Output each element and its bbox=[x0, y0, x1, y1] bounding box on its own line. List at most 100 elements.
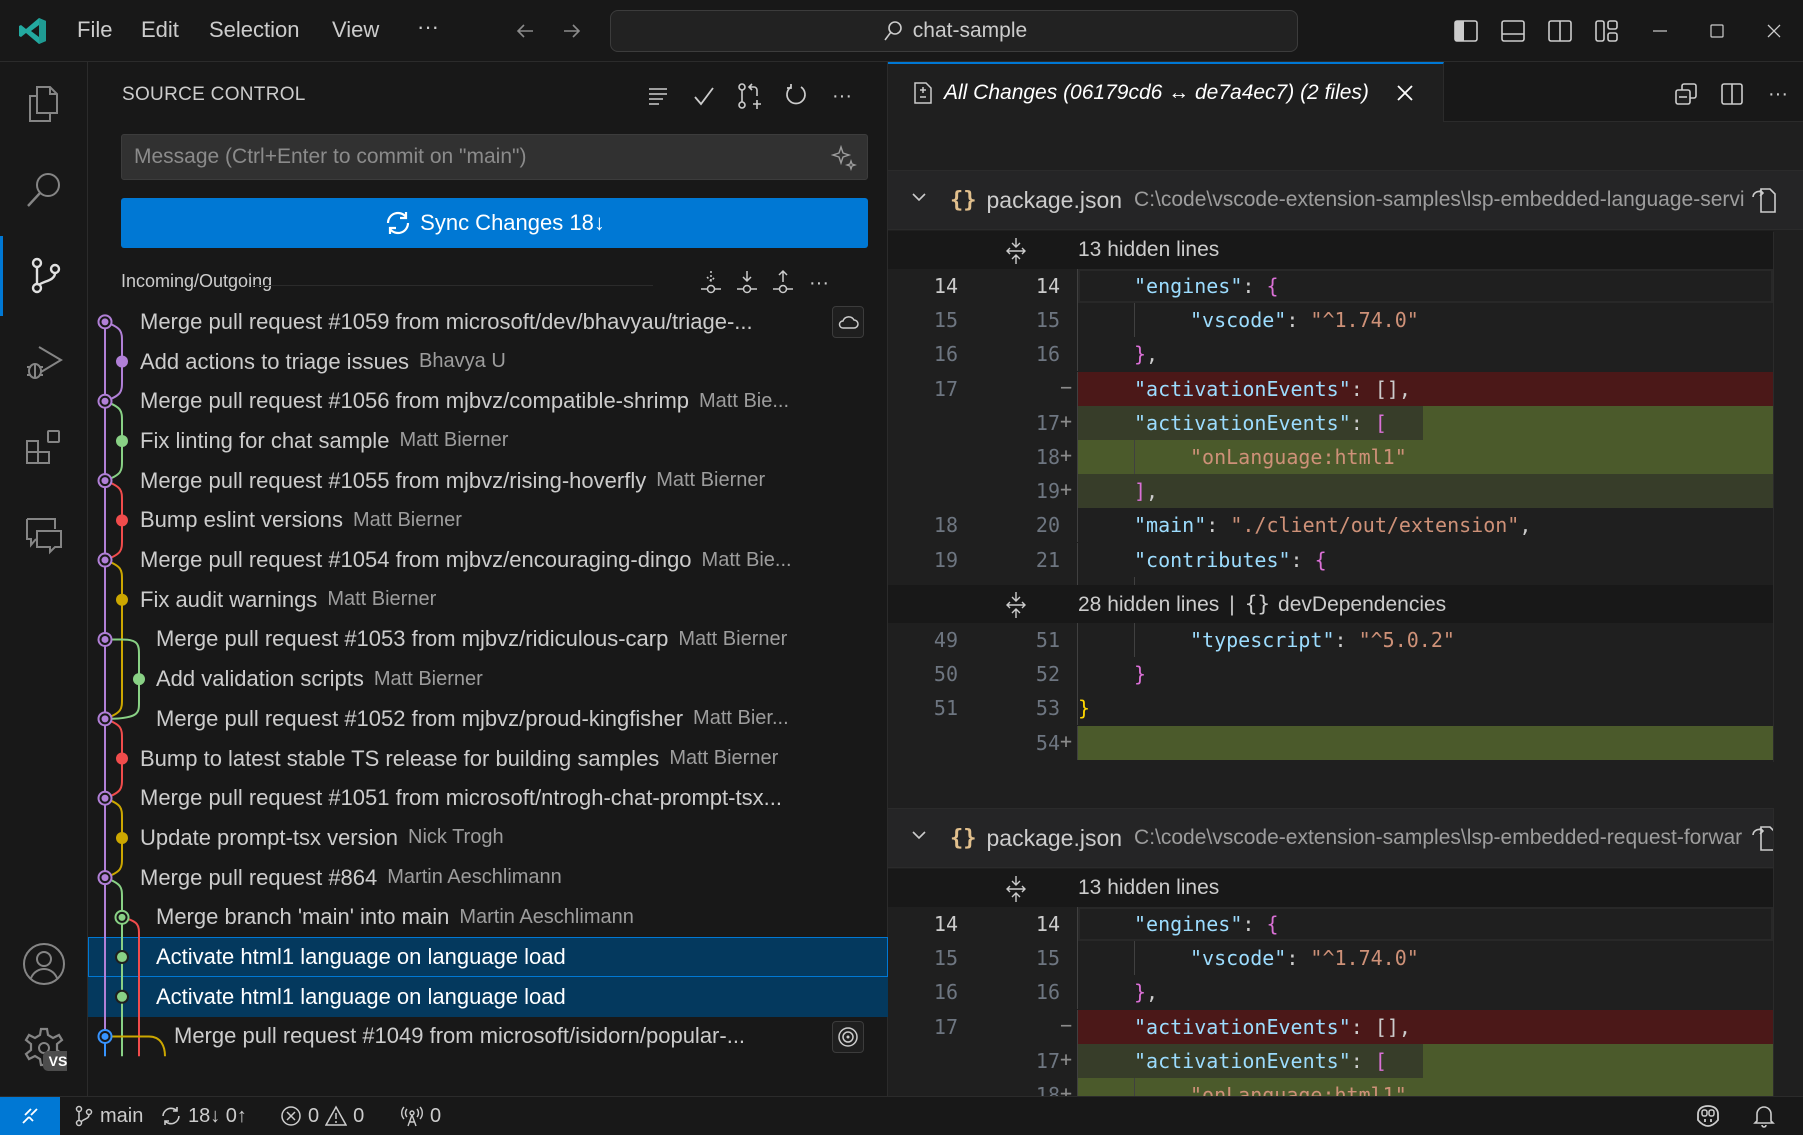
diff-line[interactable]: 14 14 "engines": { bbox=[888, 269, 1773, 303]
commit-row[interactable]: Bump eslint versions Matt Bierner bbox=[88, 501, 888, 541]
incoming-outgoing-more-button[interactable]: ··· bbox=[803, 267, 835, 299]
menu-selection[interactable]: Selection bbox=[209, 17, 300, 43]
commit-row[interactable]: Add actions to triage issues Bhavya U bbox=[88, 342, 888, 382]
unfold-icon[interactable] bbox=[1004, 237, 1028, 265]
diff-line[interactable]: 15 15 "vscode": "^1.74.0" bbox=[888, 941, 1773, 976]
split-editor-button[interactable] bbox=[1714, 76, 1750, 112]
diff-line[interactable]: 49 51 "typescript": "^5.0.2" bbox=[888, 623, 1773, 657]
diff-line[interactable]: 17 + "activationEvents": [ bbox=[888, 1043, 1773, 1078]
menu-view[interactable]: View bbox=[332, 17, 379, 43]
activity-manage[interactable]: VS bbox=[0, 1008, 88, 1088]
more-actions-button[interactable]: ··· bbox=[824, 78, 860, 114]
diff-line[interactable]: 18 + "onLanguage:html1" bbox=[888, 440, 1773, 474]
collapse-all-button[interactable] bbox=[1668, 76, 1704, 112]
close-window-button[interactable] bbox=[1754, 15, 1794, 47]
ports-indicator[interactable]: 0 bbox=[400, 1097, 441, 1135]
diff-line[interactable]: 50 52} bbox=[888, 657, 1773, 692]
refresh-button[interactable] bbox=[778, 78, 814, 114]
tab-all-changes[interactable]: All Changes (06179cd6 ↔ de7a4ec7) (2 fil… bbox=[888, 62, 1444, 122]
forward-arrow-icon[interactable] bbox=[557, 16, 587, 46]
activity-source-control[interactable] bbox=[0, 236, 88, 316]
branch-indicator[interactable]: main bbox=[74, 1097, 143, 1135]
toggle-panel-icon[interactable] bbox=[1497, 15, 1529, 47]
hidden-lines-row[interactable]: 13 hidden lines bbox=[888, 869, 1773, 907]
menu-more-button[interactable]: ··· bbox=[417, 14, 439, 40]
activity-explorer[interactable] bbox=[0, 64, 88, 144]
commit-row[interactable]: Merge pull request #1056 from mjbvz/comp… bbox=[88, 381, 888, 421]
commit-row[interactable]: Fix linting for chat sample Matt Bierner bbox=[88, 421, 888, 461]
push-button[interactable] bbox=[767, 267, 799, 299]
sparkle-icon[interactable] bbox=[831, 145, 857, 171]
notifications-button[interactable] bbox=[1752, 1097, 1776, 1135]
commit-row[interactable]: Add validation scripts Matt Bierner bbox=[88, 659, 888, 699]
diff-line[interactable]: 19 21 "contributes": { bbox=[888, 542, 1773, 577]
commit-row[interactable]: Fix audit warnings Matt Bierner bbox=[88, 580, 888, 620]
back-arrow-icon[interactable] bbox=[510, 16, 540, 46]
commit-row[interactable]: Update prompt-tsx version Nick Trogh bbox=[88, 818, 888, 858]
commit-row[interactable]: Activate html1 language on language load bbox=[88, 937, 888, 977]
commit-row[interactable]: Merge pull request #1053 from mjbvz/ridi… bbox=[88, 620, 888, 660]
commit-row[interactable]: Bump to latest stable TS release for bui… bbox=[88, 739, 888, 779]
chevron-down-icon[interactable] bbox=[910, 188, 930, 212]
target-button[interactable] bbox=[832, 1020, 864, 1053]
create-pull-request-button[interactable] bbox=[732, 78, 768, 114]
activity-run-debug[interactable] bbox=[0, 322, 88, 402]
activity-accounts[interactable] bbox=[0, 924, 88, 1004]
menu-file[interactable]: File bbox=[77, 17, 112, 43]
customize-layout-icon[interactable] bbox=[1591, 15, 1623, 47]
close-tab-icon[interactable] bbox=[1395, 83, 1415, 103]
menu-edit[interactable]: Edit bbox=[141, 17, 179, 43]
commit-message-input[interactable] bbox=[134, 145, 794, 169]
activity-chat[interactable] bbox=[0, 494, 88, 574]
pull-button[interactable] bbox=[731, 267, 763, 299]
diff-line[interactable]: 51 53} bbox=[888, 691, 1773, 726]
diff-line[interactable]: 17 − "activationEvents": [], bbox=[888, 371, 1773, 406]
problems-indicator[interactable]: 0 0 bbox=[280, 1097, 364, 1135]
diff-line[interactable]: 19 +], bbox=[888, 474, 1773, 509]
cloud-button[interactable] bbox=[832, 306, 864, 338]
unfold-icon[interactable] bbox=[1004, 875, 1028, 903]
sync-changes-button[interactable]: Sync Changes 18↓ bbox=[121, 198, 868, 248]
file-header[interactable]: {} package.json C:\code\vscode-extension… bbox=[888, 170, 1803, 230]
sync-status[interactable]: 18↓ 0↑ bbox=[160, 1097, 247, 1135]
maximize-window-button[interactable] bbox=[1697, 15, 1737, 47]
editor-scrollbar[interactable] bbox=[1773, 232, 1803, 1096]
minimize-window-button[interactable] bbox=[1640, 15, 1680, 47]
open-file-icon[interactable] bbox=[1749, 185, 1777, 215]
toggle-secondary-sidebar-icon[interactable] bbox=[1544, 15, 1576, 47]
commit-row[interactable]: Merge pull request #1055 from mjbvz/risi… bbox=[88, 461, 888, 501]
diff-line[interactable]: 14 14 "engines": { bbox=[888, 907, 1773, 941]
fetch-button[interactable] bbox=[695, 267, 727, 299]
chevron-down-icon[interactable] bbox=[910, 826, 930, 850]
commit-row[interactable]: Merge pull request #1051 from microsoft/… bbox=[88, 778, 888, 818]
diff-line[interactable]: 54 + bbox=[888, 725, 1773, 760]
diff-line[interactable]: 16 16}, bbox=[888, 975, 1773, 1010]
diff-line[interactable]: 17 − "activationEvents": [], bbox=[888, 1009, 1773, 1044]
commit-row[interactable]: Merge pull request #1054 from mjbvz/enco… bbox=[88, 540, 888, 580]
commit-row[interactable]: Merge branch 'main' into main Martin Aesc… bbox=[88, 898, 888, 938]
commit-message-field[interactable] bbox=[121, 134, 868, 180]
remote-indicator-button[interactable] bbox=[0, 1097, 60, 1135]
commit-row[interactable]: Merge pull request #1049 from microsoft/… bbox=[88, 1017, 888, 1057]
editor-more-actions-button[interactable]: ··· bbox=[1760, 76, 1796, 112]
hidden-lines-row[interactable]: 28 hidden lines | {} devDependencies bbox=[888, 585, 1773, 623]
diff-line[interactable]: 15 15 "vscode": "^1.74.0" bbox=[888, 303, 1773, 338]
commit-row[interactable]: Merge pull request #1059 from microsoft/… bbox=[88, 302, 888, 342]
view-as-tree-button[interactable] bbox=[640, 78, 676, 114]
activity-extensions[interactable] bbox=[0, 408, 88, 488]
commit-row[interactable]: Merge pull request #1052 from mjbvz/prou… bbox=[88, 699, 888, 739]
commit-button[interactable] bbox=[686, 78, 722, 114]
file-header[interactable]: {} package.json C:\code\vscode-extension… bbox=[888, 808, 1803, 868]
diff-line[interactable]: 18 20 "main": "./client/out/extension", bbox=[888, 508, 1773, 543]
activity-search[interactable] bbox=[0, 150, 88, 230]
incoming-outgoing-header[interactable]: Incoming/Outgoing ··· bbox=[121, 267, 868, 299]
hidden-lines-row[interactable]: 13 hidden lines bbox=[888, 231, 1773, 269]
commit-row[interactable]: Activate html1 language on language load bbox=[88, 976, 888, 1017]
diff-line[interactable]: 17 + "activationEvents": [ bbox=[888, 405, 1773, 440]
command-center-search[interactable]: chat-sample bbox=[610, 10, 1298, 52]
toggle-primary-sidebar-icon[interactable] bbox=[1450, 15, 1482, 47]
commit-row[interactable]: Merge pull request #864 Martin Aeschliman… bbox=[88, 858, 888, 898]
copilot-status-button[interactable] bbox=[1694, 1097, 1722, 1135]
unfold-icon[interactable] bbox=[1004, 591, 1028, 619]
diff-line[interactable]: 16 16}, bbox=[888, 337, 1773, 372]
